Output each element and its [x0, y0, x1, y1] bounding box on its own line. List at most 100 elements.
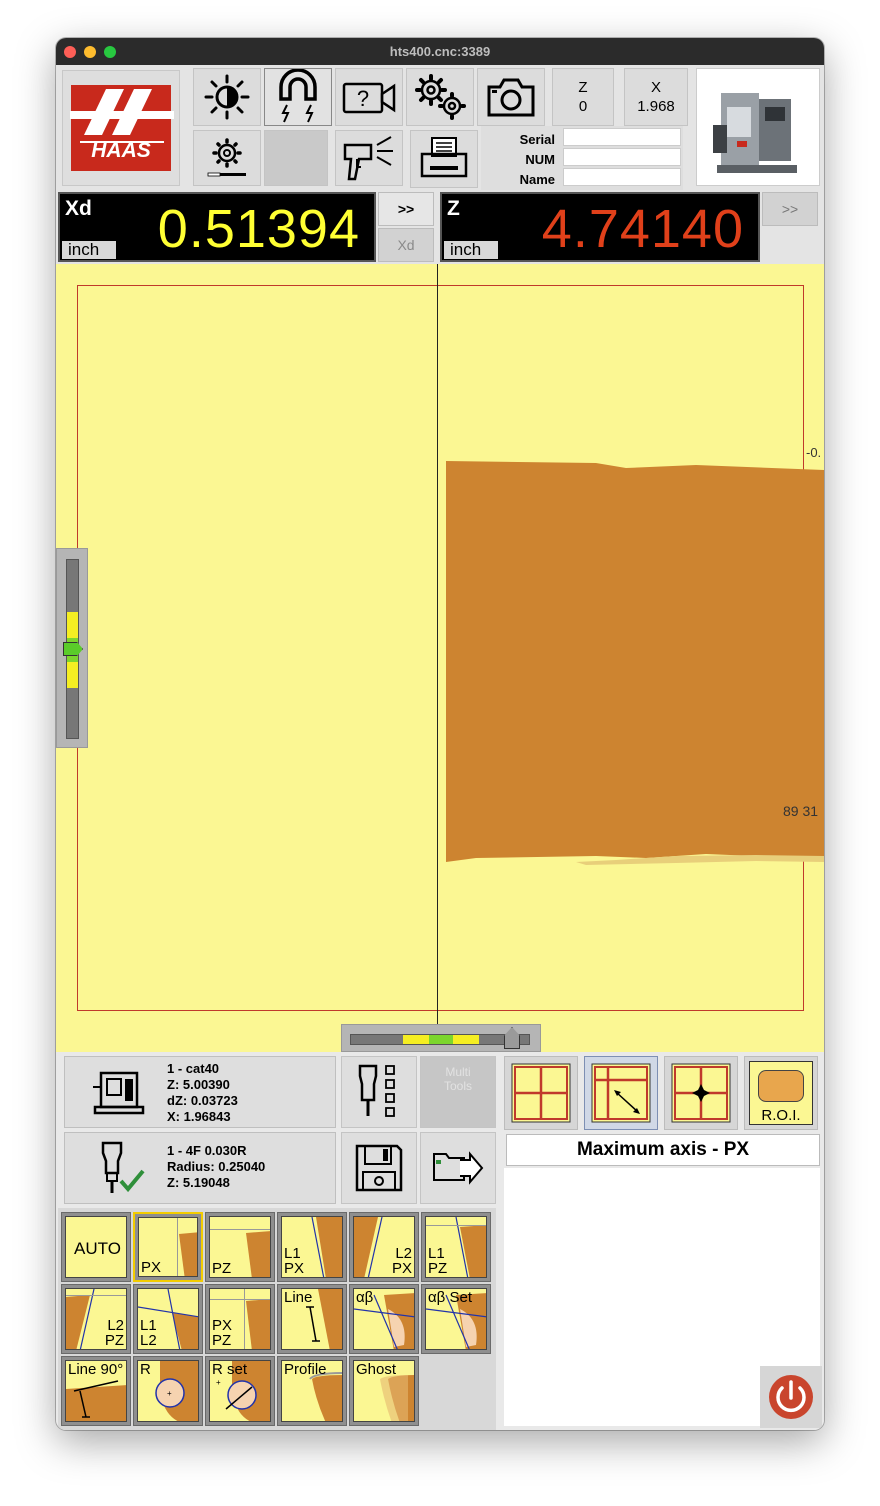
center-point-mode-button[interactable]	[664, 1056, 738, 1130]
help-camera-icon: ?	[342, 82, 396, 114]
roi-label: R.O.I.	[761, 1107, 801, 1124]
export-button[interactable]	[420, 1132, 496, 1204]
measure-angle-set-label: αβ Set	[428, 1289, 472, 1306]
measure-profile-button[interactable]: Profile	[277, 1356, 347, 1426]
part-info-panel: Serial NUM Name	[481, 126, 683, 190]
machine-image	[696, 68, 820, 186]
dro-x-axis-label: Xd	[65, 197, 92, 220]
light-gun-button[interactable]	[335, 130, 403, 186]
dro-z-axis-label: Z	[447, 197, 460, 220]
measure-ghost-label: Ghost	[356, 1361, 397, 1378]
dro-z-expand-button[interactable]: >>	[762, 192, 818, 226]
name-label: Name	[519, 172, 555, 187]
z-position-value: 0	[578, 98, 588, 115]
roi-button[interactable]: R.O.I.	[744, 1056, 818, 1130]
machine-line-2: Z: 5.00390	[167, 1077, 230, 1092]
tool-list-button[interactable]	[341, 1056, 417, 1128]
snapshot-button[interactable]	[477, 68, 545, 126]
dro-z-value: 4.74140	[541, 199, 744, 259]
workpiece-image	[446, 461, 824, 865]
machine-line-4: X: 1.96843	[167, 1109, 231, 1124]
x-position-box[interactable]: X 1.968	[624, 68, 688, 126]
measure-px-button[interactable]: PX	[133, 1212, 203, 1282]
measure-l1-l2-button[interactable]: L1 L2	[133, 1284, 203, 1354]
machine-info-box[interactable]: 1 - cat40 Z: 5.00390 dZ: 0.03723 X: 1.96…	[64, 1056, 336, 1128]
measure-l2-px-button[interactable]: L2 PX	[349, 1212, 419, 1282]
brightness-button[interactable]	[193, 68, 261, 126]
measure-line-label: Line	[284, 1289, 313, 1306]
measure-pz-button[interactable]: PZ	[205, 1212, 275, 1282]
tool-holder-check-icon	[101, 1141, 145, 1193]
multi-tools-button[interactable]: Multi Tools	[420, 1056, 496, 1128]
measure-auto-button[interactable]: AUTO	[61, 1212, 131, 1282]
print-button[interactable]	[410, 130, 478, 188]
z-position-label: Z	[578, 79, 588, 96]
light-slider-thumb[interactable]	[504, 1027, 520, 1049]
help-video-button[interactable]: ?	[335, 68, 403, 126]
magnet-icon	[279, 69, 317, 123]
app-window: hts400.cnc:3389 HAAS ? Z 0 X 1.968 Seria…	[56, 38, 824, 1430]
num-label: NUM	[525, 152, 555, 167]
light-slider[interactable]	[341, 1024, 541, 1052]
focus-slider-thumb[interactable]	[63, 642, 83, 656]
dro-x-display: Xd 0.51394 inch	[58, 192, 376, 262]
tool-list-icon	[358, 1064, 395, 1117]
tool-line-3: Z: 5.19048	[167, 1175, 230, 1190]
measure-line-90-button[interactable]: Line 90°	[61, 1356, 131, 1426]
camera-view[interactable]: -0. 89 31	[56, 264, 824, 1052]
measure-angle-button[interactable]: αβ	[349, 1284, 419, 1354]
measure-l1-l2-label-bottom: L2	[140, 1332, 157, 1349]
measure-line-button[interactable]: Line	[277, 1284, 347, 1354]
measure-radius-set-label: R set	[212, 1361, 248, 1378]
minimize-window-button[interactable]	[84, 46, 96, 58]
folder-export-icon	[433, 1151, 484, 1185]
power-button[interactable]	[760, 1366, 822, 1428]
zoom-window-button[interactable]	[104, 46, 116, 58]
mode-label-box: Maximum axis - PX	[506, 1134, 820, 1166]
power-icon	[769, 1375, 813, 1419]
measure-px-pz-label: PX PZ	[212, 1318, 232, 1348]
machine-line-3: dZ: 0.03723	[167, 1093, 238, 1108]
maximum-axis-mode-button[interactable]	[584, 1056, 658, 1130]
measure-radius-set-button[interactable]: + R set	[205, 1356, 275, 1426]
edge-label-top: -0.	[806, 445, 822, 460]
cnc-machine-icon	[713, 93, 797, 173]
measure-l2-pz-button[interactable]: L2 PZ	[61, 1284, 131, 1354]
dro-x-value: 0.51394	[157, 199, 360, 259]
measure-radius-button[interactable]: + R	[133, 1356, 203, 1426]
serial-field[interactable]	[563, 128, 681, 146]
x-position-label: X	[650, 79, 661, 96]
dro-x-mode-button[interactable]: Xd	[378, 228, 434, 262]
z-position-box[interactable]: Z 0	[552, 68, 614, 126]
close-window-button[interactable]	[64, 46, 76, 58]
measure-l2-pz-label: L2 PZ	[105, 1318, 124, 1348]
measure-profile-label: Profile	[284, 1361, 327, 1378]
mode-label: Maximum axis - PX	[576, 1139, 750, 1160]
x-position-value: 1.968	[637, 98, 675, 115]
magnet-button[interactable]	[264, 68, 332, 126]
focus-slider[interactable]	[56, 548, 88, 748]
measure-auto-label: AUTO	[74, 1239, 121, 1258]
measure-px-pz-button[interactable]: PX PZ	[205, 1284, 275, 1354]
measure-angle-label: αβ	[356, 1289, 374, 1306]
tool-info-box[interactable]: 1 - 4F 0.030R Radius: 0.25040 Z: 5.19048	[64, 1132, 336, 1204]
measure-l1-pz-button[interactable]: L1 PZ	[421, 1212, 491, 1282]
measure-radius-label: R	[140, 1361, 151, 1378]
advanced-settings-button[interactable]	[406, 68, 474, 126]
measure-angle-set-button[interactable]: αβ Set	[421, 1284, 491, 1354]
dro-x-expand-button[interactable]: >>	[378, 192, 434, 226]
num-field[interactable]	[563, 148, 681, 166]
measure-px-label: PX	[141, 1259, 162, 1276]
settings-button[interactable]	[193, 130, 261, 186]
measure-l2-px-label: L2 PX	[392, 1246, 412, 1276]
save-button[interactable]	[341, 1132, 417, 1204]
max-axis-icon	[591, 1063, 651, 1123]
measure-ghost-button[interactable]: Ghost	[349, 1356, 419, 1426]
cross-mode-button[interactable]	[504, 1056, 578, 1130]
blank-button[interactable]	[264, 130, 328, 186]
svg-text:+: +	[167, 1389, 172, 1398]
measure-px-pz-label-bottom: PZ	[212, 1332, 232, 1349]
name-field[interactable]	[563, 168, 681, 186]
measure-l1-px-label-bottom: PX	[284, 1260, 305, 1277]
measure-l1-px-button[interactable]: L1 PX	[277, 1212, 347, 1282]
